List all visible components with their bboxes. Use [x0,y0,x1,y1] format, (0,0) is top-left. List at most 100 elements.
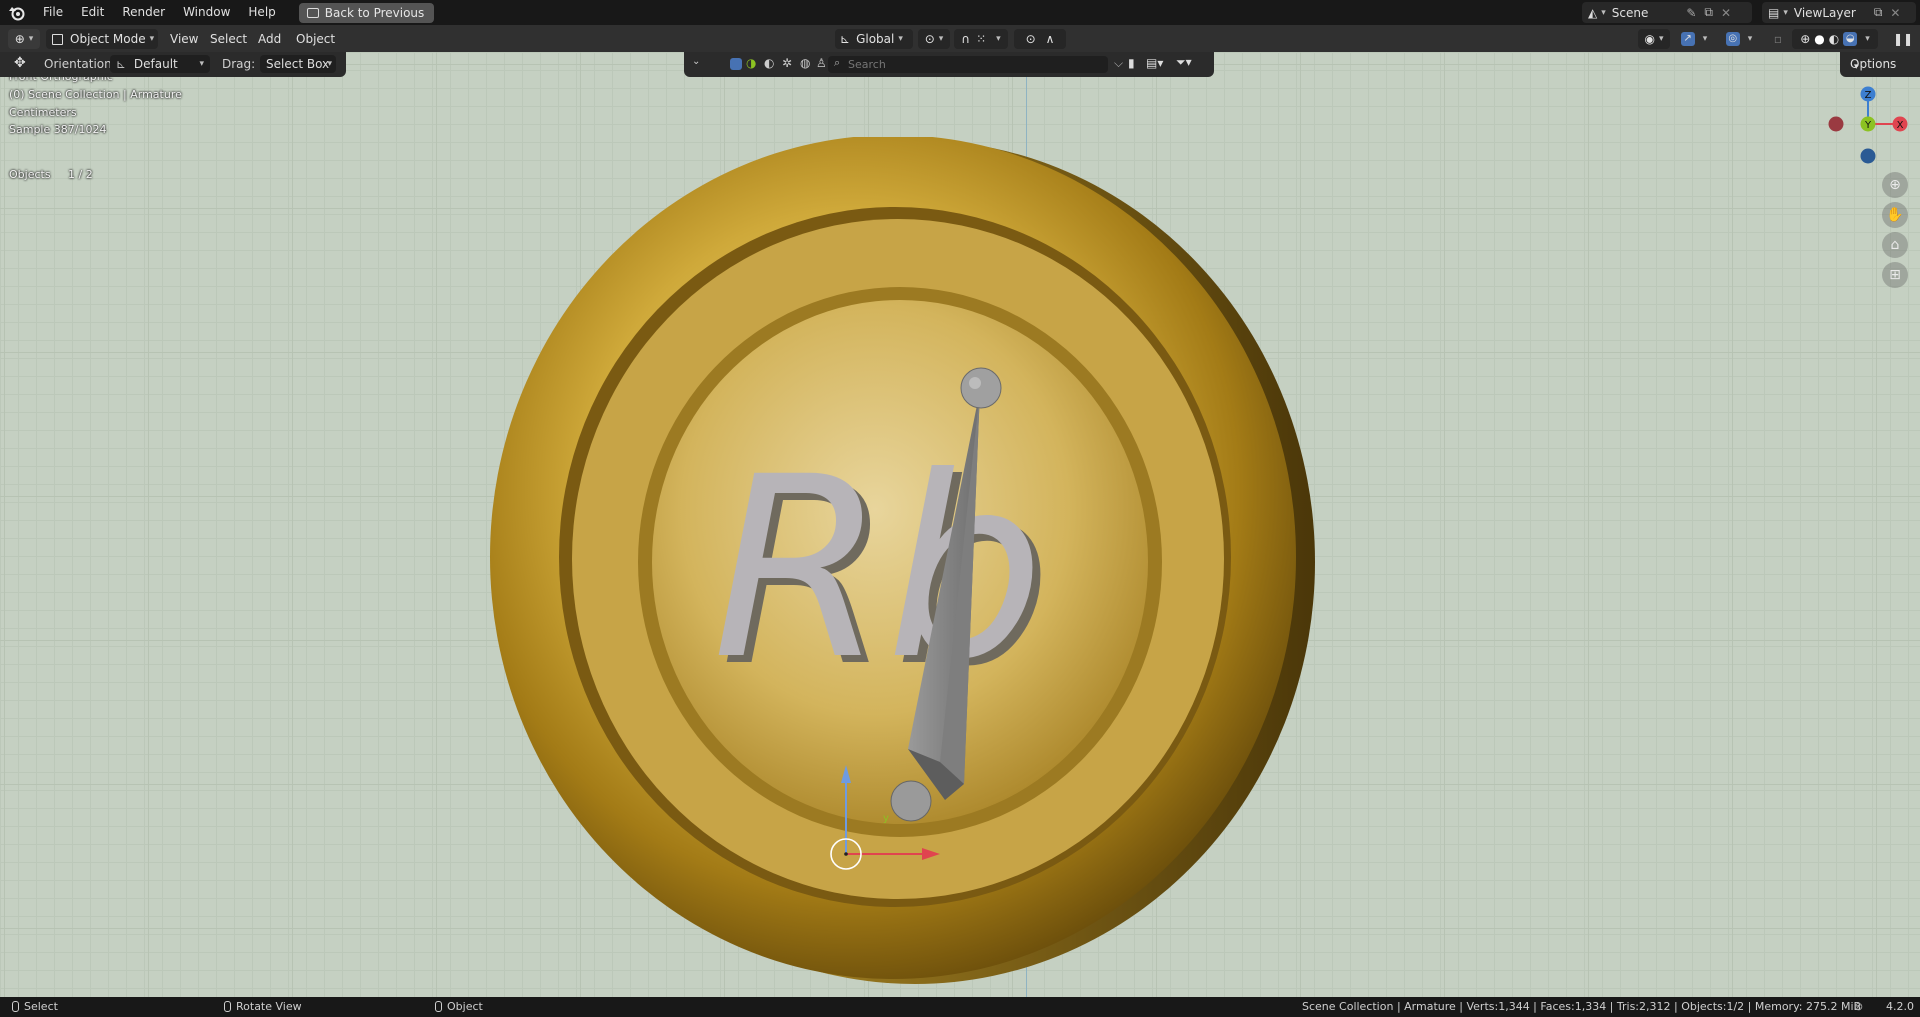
scene-statistics: Scene Collection | Armature | Verts:1,34… [1302,1000,1862,1013]
menu-help[interactable]: Help [239,0,284,25]
pivot-icon: ⊙ [924,32,935,46]
menu-edit[interactable]: Edit [72,0,113,25]
collapse-chevron-icon[interactable]: ⌄ [692,56,700,67]
asset-filter-icon[interactable]: ♙ [816,56,827,70]
status-rotate-hint: Rotate View [224,997,302,1017]
menu-window[interactable]: Window [174,0,239,25]
mouse-right-icon [435,1001,442,1012]
pin-icon[interactable]: ✎ [1686,6,1696,20]
delete-viewlayer-icon[interactable]: ✕ [1890,6,1900,20]
search-icon: ⌕ [834,56,841,69]
object-filter-icon[interactable] [730,58,742,70]
mode-label: Object Mode [70,32,146,46]
material-filter-icon[interactable]: ◑ [746,56,756,70]
transform-orientation-label: Global [856,32,895,46]
3d-viewport[interactable]: Rb Rb y Front Orthographic (0) Scene Col… [0,52,1920,997]
status-bar: Select Rotate View Object Scene Collecti… [0,997,1920,1017]
zoom-icon[interactable]: ⊕ [1882,172,1908,198]
orientation-axes-icon: ⊾ [840,32,851,46]
search-input[interactable] [828,56,1108,73]
status-object-hint: Object [435,997,483,1017]
blender-logo-icon[interactable] [8,4,26,22]
header-menu-view[interactable]: View [170,29,198,49]
orientation-value: Default [133,57,178,71]
orientation-dropdown[interactable]: ⊾ Default ▾ [110,55,210,73]
gizmo-y-label: Y [1864,120,1872,131]
display-mode-icon[interactable]: ▤▾ [1146,56,1163,70]
globe-filter-icon[interactable]: ◍ [800,56,810,70]
mouse-left-icon [12,1001,19,1012]
back-to-previous-label: Back to Previous [324,5,425,20]
status-select-hint: Select [12,997,58,1017]
pause-icon: ❚❚ [1892,32,1914,46]
filter-funnel-icon[interactable]: ⏷▾ [1176,55,1192,70]
gizmo-icon: ↗ [1680,32,1695,46]
objects-stat-value: 1 / 2 [68,168,93,181]
bookmark-icon[interactable]: ▮ [1128,56,1135,70]
overlays-toggle[interactable]: ◎ ▾ [1718,29,1760,49]
rendered-shading-icon[interactable]: ◒ [1843,32,1858,46]
options-dropdown[interactable]: Options ▾ [1840,52,1920,77]
mode-dropdown[interactable]: Object Mode ▾ [46,29,158,49]
gizmo-z-label: Z [1865,90,1872,101]
gizmo-toggle[interactable]: ↗ ▾ [1672,29,1716,49]
header-menu-add[interactable]: Add [258,29,281,49]
pan-hand-icon[interactable]: ✋ [1882,202,1908,228]
world-filter-icon[interactable]: ◐ [764,56,774,70]
eye-icon: ◉ [1644,32,1655,46]
viewlayer-icon: ▤ [1768,5,1780,20]
pause-render-button[interactable]: ❚❚ [1892,29,1914,49]
back-to-previous-button[interactable]: Back to Previous [298,2,435,23]
tool-settings-bar: ✥ Orientation: ⊾ Default ▾ Drag: Select … [0,52,346,77]
viewport-filter-bar: ⌄ ◑ ◐ ✲ ◍ ♙ ⌕ ⌵ ▮ ▤▾ ⏷▾ [684,52,1214,77]
object-mode-icon [52,33,63,45]
scene-selector[interactable]: ◭ ▾ Scene ✎ ⧉ ✕ [1582,2,1752,23]
orientation-icon: ⊾ [116,57,127,71]
coin-model[interactable]: Rb Rb y [470,137,1330,997]
navigation-gizmo[interactable]: Z X Y [1826,82,1910,166]
camera-view-icon[interactable]: ⌂ [1882,232,1908,258]
menu-file[interactable]: File [34,0,72,25]
scene-name: Scene [1611,5,1649,20]
header-menu-select[interactable]: Select [210,29,247,49]
move-tool-icon[interactable]: ✥ [14,55,26,71]
network-status-icon: ⊘ [1854,1000,1864,1013]
proportional-edit-controls[interactable]: ⊙ ∧ [1014,29,1066,49]
delete-scene-icon[interactable]: ✕ [1721,6,1731,20]
solid-shading-icon[interactable]: ● [1814,32,1824,46]
viewlayer-selector[interactable]: ▤ ▾ ViewLayer ⧉ ✕ [1762,2,1916,23]
active-collection: (0) Scene Collection | Armature [9,88,182,101]
new-viewlayer-icon[interactable]: ⧉ [1874,5,1883,20]
shading-mode-buttons[interactable]: ⊕ ● ◐ ◒ ▾ [1792,29,1878,49]
snap-controls[interactable]: ∩ ⁙ ▾ [954,29,1008,49]
sort-icon[interactable]: ⌵ [1114,56,1123,71]
wireframe-shading-icon[interactable]: ⊕ [1800,32,1810,46]
snap-grid-icon[interactable]: ⁙ [976,32,986,46]
viewlayer-name: ViewLayer [1793,5,1856,20]
header-menu-object[interactable]: Object [296,29,335,49]
falloff-curve-icon[interactable]: ∧ [1046,32,1055,46]
transform-orientation-dropdown[interactable]: ⊾ Global ▾ [835,29,913,49]
editor-type-button[interactable]: ⊕ ▾ [8,29,40,49]
pivot-point-dropdown[interactable]: ⊙ ▾ [918,29,950,49]
material-shading-icon[interactable]: ◐ [1829,32,1839,46]
render-sample-count: Sample 387/1024 [9,123,107,136]
xray-toggle[interactable]: ▫ [1770,29,1786,49]
svg-text:y: y [883,813,889,824]
gizmo-x-label: X [1897,120,1904,131]
coin-letters: Rb [712,423,1044,714]
snap-magnet-icon[interactable]: ∩ [961,32,970,46]
scene-icon: ◭ [1588,5,1598,20]
new-scene-icon[interactable]: ⧉ [1704,5,1713,20]
menu-render[interactable]: Render [113,0,174,25]
drag-label: Drag: [222,57,256,71]
objects-stat-label: Objects [9,168,51,181]
editor-type-icon: ⊕ [14,32,25,46]
scene-filter-icon[interactable]: ✲ [782,56,792,70]
visibility-dropdown[interactable]: ◉ ▾ [1638,29,1670,49]
perspective-grid-icon[interactable]: ⊞ [1882,262,1908,288]
drag-dropdown[interactable]: Select Box ▾ [260,55,336,73]
xray-icon: ▫ [1773,32,1783,46]
viewport-header: ⊕ ▾ Object Mode ▾ View Select Add Object … [0,25,1920,52]
proportional-edit-icon[interactable]: ⊙ [1026,32,1036,46]
